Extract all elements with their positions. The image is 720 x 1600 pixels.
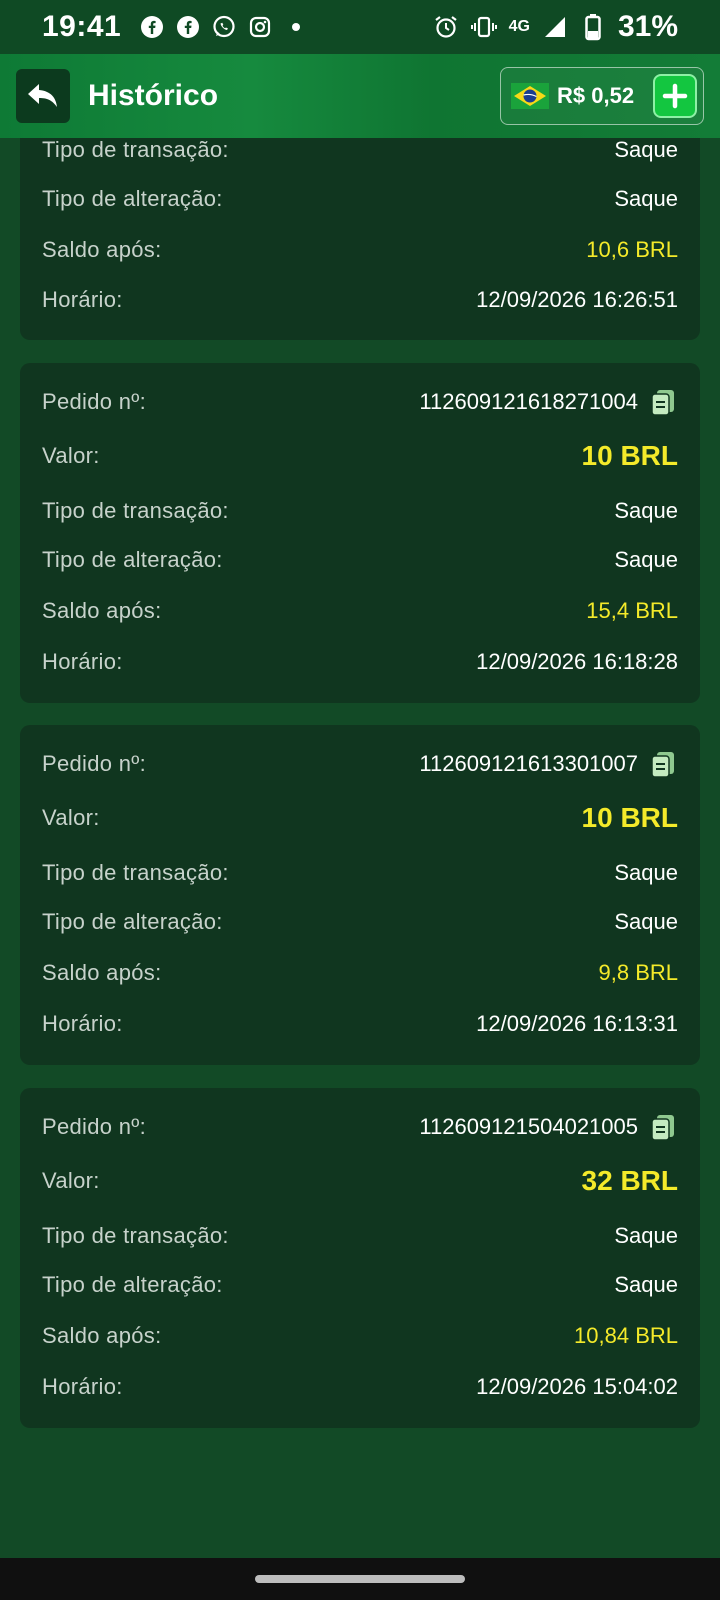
battery-percent: 31% — [617, 10, 678, 43]
plus-icon — [662, 83, 688, 109]
time-value: 12/09/2026 16:13:31 — [476, 1011, 678, 1036]
change-type-label: Tipo de alteração: — [42, 1272, 223, 1297]
transaction-type-label: Tipo de transação: — [42, 1223, 229, 1248]
battery-icon — [580, 14, 606, 41]
transaction-type-value: Saque — [614, 138, 678, 162]
time-label: Horário: — [42, 1374, 123, 1399]
change-type-value: Saque — [614, 1272, 678, 1297]
history-card: Pedido nº: 112609121618271004 Valor: 10 … — [20, 363, 700, 703]
history-card: Pedido nº: 112609121504021005 Valor: 32 … — [20, 1088, 700, 1428]
vibrate-icon — [470, 14, 497, 40]
signal-icon — [542, 14, 568, 40]
amount-label: Valor: — [42, 443, 100, 468]
instagram-icon — [247, 14, 273, 40]
balance-after-value: 10,6 BRL — [586, 237, 678, 262]
transaction-type-value: Saque — [614, 498, 678, 523]
page-title: Histórico — [88, 79, 219, 112]
order-label: Pedido nº: — [42, 751, 146, 776]
transaction-type-label: Tipo de transação: — [42, 138, 229, 162]
transaction-type-label: Tipo de transação: — [42, 860, 229, 885]
brazil-flag-icon — [511, 77, 549, 115]
amount-value: 10 BRL — [581, 802, 678, 833]
amount-value: 10 BRL — [581, 440, 678, 471]
balance-after-value: 15,4 BRL — [586, 598, 678, 623]
facebook-icon — [139, 14, 165, 40]
network-label: 4G — [508, 18, 530, 35]
transaction-type-value: Saque — [614, 1223, 678, 1248]
copy-icon[interactable] — [648, 1112, 678, 1142]
amount-label: Valor: — [42, 805, 100, 830]
wallet-balance[interactable]: R$ 0,52 — [500, 67, 704, 125]
home-gesture-handle[interactable] — [255, 1575, 465, 1583]
copy-icon[interactable] — [648, 387, 678, 417]
balance-after-value: 9,8 BRL — [598, 960, 679, 985]
balance-after-label: Saldo após: — [42, 237, 162, 262]
amount-value: 32 BRL — [581, 1165, 678, 1196]
balance-after-label: Saldo após: — [42, 960, 162, 985]
whatsapp-icon — [211, 14, 237, 40]
back-arrow-icon — [28, 84, 57, 107]
time-label: Horário: — [42, 287, 123, 312]
change-type-label: Tipo de alteração: — [42, 186, 223, 211]
back-button[interactable] — [16, 69, 70, 123]
balance-after-label: Saldo após: — [42, 1323, 162, 1348]
time-value: 12/09/2026 16:26:51 — [476, 287, 678, 312]
balance-value: R$ 0,52 — [557, 83, 635, 108]
change-type-value: Saque — [614, 547, 678, 572]
time-label: Horário: — [42, 1011, 123, 1036]
history-card: Tipo de transação: Saque Tipo de alteraç… — [20, 138, 700, 340]
order-label: Pedido nº: — [42, 389, 146, 414]
time-label: Horário: — [42, 649, 123, 674]
balance-after-label: Saldo após: — [42, 598, 162, 623]
order-label: Pedido nº: — [42, 1114, 146, 1139]
change-type-label: Tipo de alteração: — [42, 547, 223, 572]
system-nav-bar — [0, 1558, 720, 1600]
facebook-icon — [175, 14, 201, 40]
change-type-value: Saque — [614, 186, 678, 211]
status-bar: 19:41 4G 31% — [0, 0, 720, 54]
change-type-label: Tipo de alteração: — [42, 909, 223, 934]
balance-after-value: 10,84 BRL — [574, 1323, 678, 1348]
transaction-type-value: Saque — [614, 860, 678, 885]
dot-icon — [283, 14, 309, 40]
alarm-icon — [433, 14, 459, 40]
time-value: 12/09/2026 16:18:28 — [476, 649, 678, 674]
time-value: 12/09/2026 15:04:02 — [476, 1374, 678, 1399]
order-number: 112609121613301007 — [419, 751, 638, 776]
history-card: Pedido nº: 112609121613301007 Valor: 10 … — [20, 725, 700, 1065]
order-number: 112609121618271004 — [419, 389, 638, 414]
transaction-type-label: Tipo de transação: — [42, 498, 229, 523]
history-list[interactable]: Tipo de transação: Saque Tipo de alteraç… — [0, 138, 720, 1558]
add-funds-button[interactable] — [653, 74, 697, 118]
app-bar: Histórico R$ 0,52 — [0, 54, 720, 138]
change-type-value: Saque — [614, 909, 678, 934]
amount-label: Valor: — [42, 1168, 100, 1193]
copy-icon[interactable] — [648, 749, 678, 779]
order-number: 112609121504021005 — [419, 1114, 638, 1139]
clock: 19:41 — [42, 10, 122, 43]
